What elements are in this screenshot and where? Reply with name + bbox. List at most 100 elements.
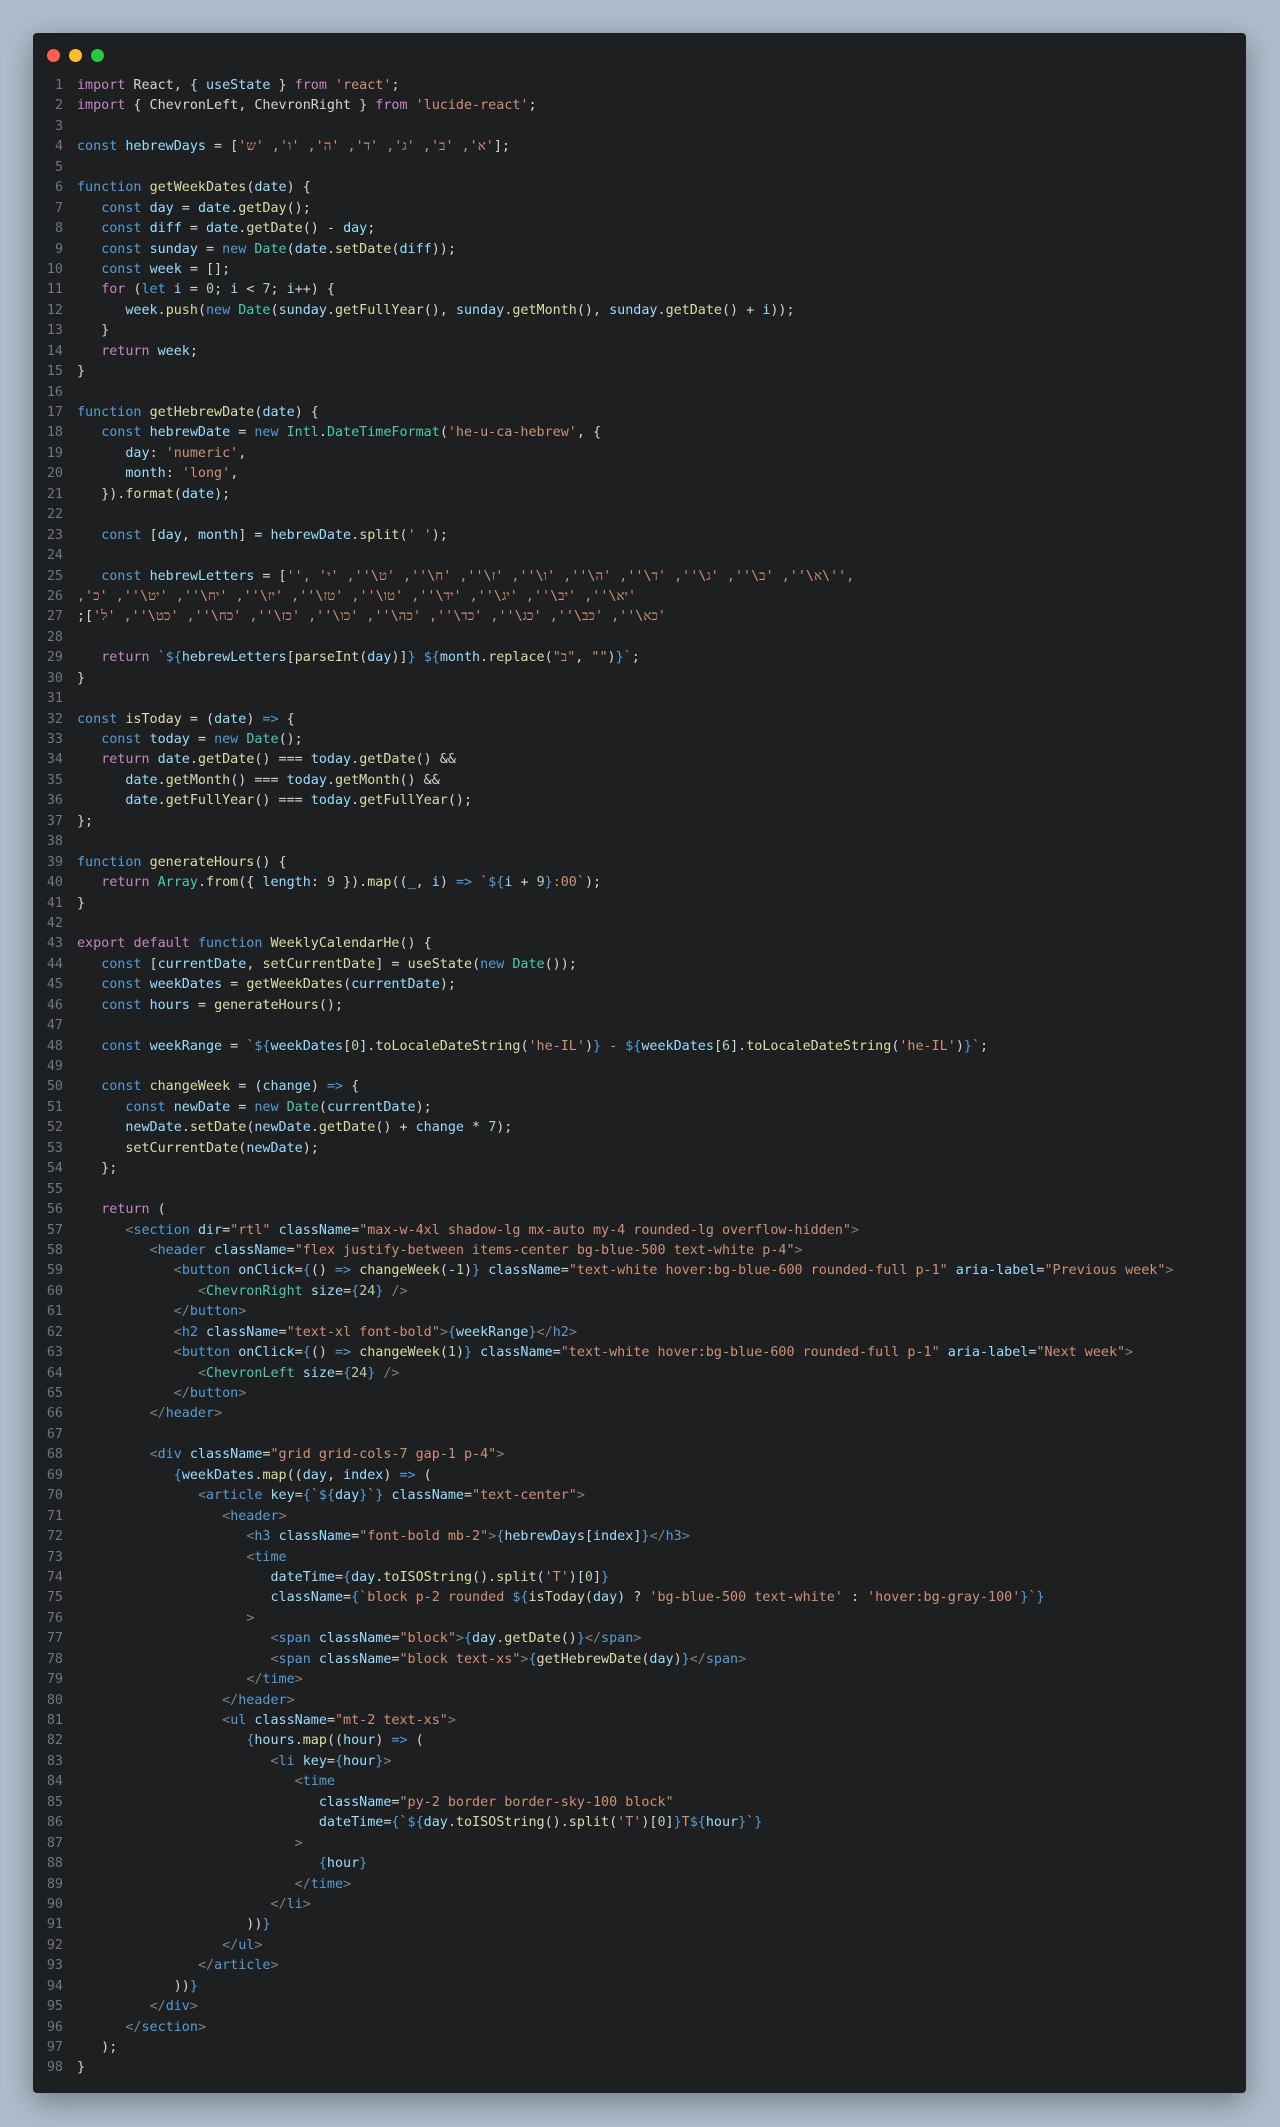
code-token: "text-white hover:bg-blue-600 rounded-fu… [568,1263,948,1279]
code-token: function [197,936,263,952]
code-token: import [77,98,126,114]
code-token: } [963,1038,972,1054]
code-token: h3 [665,1529,682,1545]
code-token: = [326,1753,335,1769]
code-text: </ul> [77,1936,262,1956]
code-token: ${ [407,1815,424,1831]
line-number: 47 [46,1018,63,1034]
code-token: () [310,1345,335,1361]
code-token: sunday [609,302,658,318]
code-text: import { ChevronLeft, ChevronRight } fro… [77,96,537,116]
code-text: const changeWeek = (change) => { [77,1077,359,1097]
code-token: weekDates [641,1038,714,1054]
code-line: 85 className="py-2 border border-sky-100… [33,1793,1246,1813]
code-token: /> [383,1365,400,1381]
code-token: , [230,466,239,482]
code-text: const diff = date.getDate() - day; [77,219,375,239]
code-token: 6 [722,1038,731,1054]
code-token: toLocaleDateString [746,1038,892,1054]
code-line: 49 [33,1057,1246,1077]
code-token: 'יא\'', 'יב\'', 'יג\'', 'יד\'', 'טו\'', … [77,588,637,604]
line-number: 91 [46,1917,63,1933]
code-token: from [294,78,327,93]
code-token: date [254,180,287,196]
code-token: date [125,793,158,809]
code-token: useState [206,78,271,93]
code-line: 71 <header> [33,1507,1246,1527]
code-text: function generateHours() { [77,853,287,873]
line-number: 94 [46,1978,63,1994]
code-text: return Array.from({ length: 9 }).map((_,… [77,873,601,893]
code-token: . [318,425,327,441]
code-text: const hebrewDate = new Intl.DateTimeForm… [77,423,601,443]
code-token: 1 [455,1263,464,1279]
code-line: 57 <section dir="rtl" className="max-w-4… [33,1221,1246,1241]
code-token: , [575,650,592,666]
code-token: 'he-u-ca-hebrew' [447,425,577,441]
code-line: 36 date.getFullYear() === today.getFullY… [33,791,1246,811]
code-token: day [302,1467,327,1483]
line-number: 35 [46,772,63,788]
code-token: = [230,425,255,441]
line-number: 80 [46,1692,63,1708]
code-token: ( [609,1815,618,1831]
code-token: ({ [238,875,263,891]
code-text: const weekDates = getWeekDates(currentDa… [77,975,456,995]
code-token: { [318,1856,327,1872]
line-number: 60 [46,1283,63,1299]
code-token: } [738,1815,747,1831]
minimize-window-button[interactable] [69,49,82,62]
code-text: } [77,894,85,914]
code-token: const [77,139,118,155]
close-window-button[interactable] [47,49,60,62]
code-token: "grid grid-cols-7 gap-1 p-4" [270,1447,497,1463]
code-token: hour [705,1815,739,1831]
code-token: className [318,1794,392,1810]
code-token: > [455,1631,464,1647]
code-token: () === [230,772,287,788]
code-token: className [391,1488,464,1504]
line-number: 43 [46,936,63,952]
line-number: 20 [46,466,63,482]
code-token: ( [472,956,481,972]
code-token: ( [415,1467,432,1483]
code-text: <button onClick={() => changeWeek(-1)} c… [77,1261,1174,1281]
code-token: }). [77,486,126,502]
code-editor[interactable]: 1 import React, { useState } from 'react'… [33,76,1246,2079]
code-token: ${ [625,1038,642,1054]
code-token: ; [367,221,376,237]
code-token: = [294,1263,303,1279]
line-number: 24 [46,548,63,564]
code-token: onClick [238,1263,295,1279]
code-line: 15} [33,362,1246,382]
code-text: function getHebrewDate(date) { [77,403,319,423]
code-token: { [343,1365,352,1381]
code-text: {hour} [77,1854,367,1874]
code-token: map [367,875,392,891]
code-token: month [439,650,481,666]
code-token: ( [149,1202,166,1218]
code-token: . [351,793,360,809]
code-text: <header> [77,1507,287,1527]
code-token: newDate [254,1120,311,1136]
code-text: newDate.setDate(newDate.getDate() + chan… [77,1118,512,1138]
code-token: ${ [318,1488,335,1504]
maximize-window-button[interactable] [91,49,104,62]
code-token: div [157,1447,182,1463]
